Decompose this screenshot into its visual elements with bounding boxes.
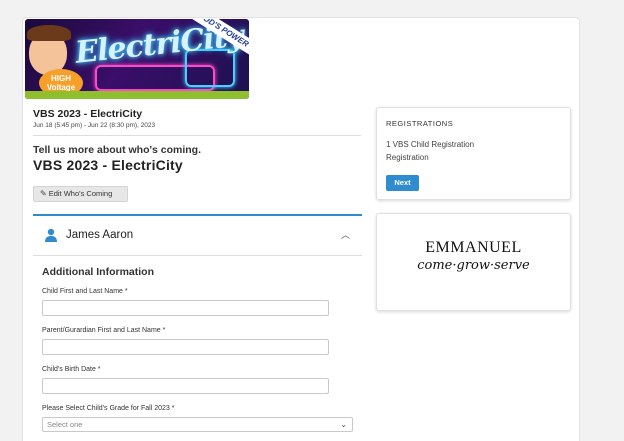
edit-button-label: Edit Who's Coming <box>48 189 113 198</box>
mascot-hair <box>27 25 71 41</box>
registration-prompt: Tell us more about who's coming. <box>33 144 201 156</box>
pencil-icon: ✎ <box>40 189 47 198</box>
church-logo-name: EMMANUEL <box>425 239 522 256</box>
church-logo-tagline: come·grow·serve <box>417 258 530 273</box>
grade-select-label: Please Select Child's Grade for Fall 202… <box>42 405 175 412</box>
registration-item: 1 VBS Child Registration <box>386 140 475 149</box>
divider <box>33 135 361 136</box>
church-logo-panel: EMMANUEL come·grow·serve <box>376 213 571 311</box>
birth-date-field[interactable] <box>42 378 329 394</box>
registrations-heading: REGISTRATIONS <box>386 119 454 128</box>
badge-line1: HIGH <box>51 74 71 83</box>
child-name-field[interactable] <box>42 300 329 316</box>
banner-stripe <box>25 91 249 99</box>
grade-select-value: Select one <box>47 420 83 429</box>
event-dates: Jun 18 (5:45 pm) - Jun 22 (8:30 pm), 202… <box>33 122 156 129</box>
chevron-up-icon[interactable]: ︿ <box>341 228 350 241</box>
grade-select[interactable]: Select one ⌄ <box>42 417 353 432</box>
next-button[interactable]: Next <box>386 175 419 191</box>
birth-date-label: Child's Birth Date * <box>42 366 101 373</box>
person-icon <box>45 228 57 242</box>
registration-page: ElectriCity GOD'S POWER HIGH Voltage VBS… <box>22 17 580 441</box>
event-title: VBS 2023 - ElectriCity <box>33 108 143 120</box>
event-banner-image: ElectriCity GOD'S POWER HIGH Voltage <box>25 19 249 99</box>
registration-item-type: Registration <box>386 153 429 162</box>
edit-whos-coming-button[interactable]: ✎ Edit Who's Coming <box>33 186 128 202</box>
registrant-accordion-header[interactable]: James Aaron ︿ <box>33 216 362 256</box>
parent-name-label: Parent/Gurardian First and Last Name * <box>42 327 166 334</box>
child-name-label: Child First and Last Name * <box>42 288 128 295</box>
page-title: VBS 2023 - ElectriCity <box>33 157 183 173</box>
chevron-down-icon: ⌄ <box>340 420 347 429</box>
parent-name-field[interactable] <box>42 339 329 355</box>
registrant-name: James Aaron <box>66 229 134 241</box>
registrations-panel: REGISTRATIONS 1 VBS Child Registration R… <box>376 107 571 200</box>
section-title: Additional Information <box>42 266 154 278</box>
